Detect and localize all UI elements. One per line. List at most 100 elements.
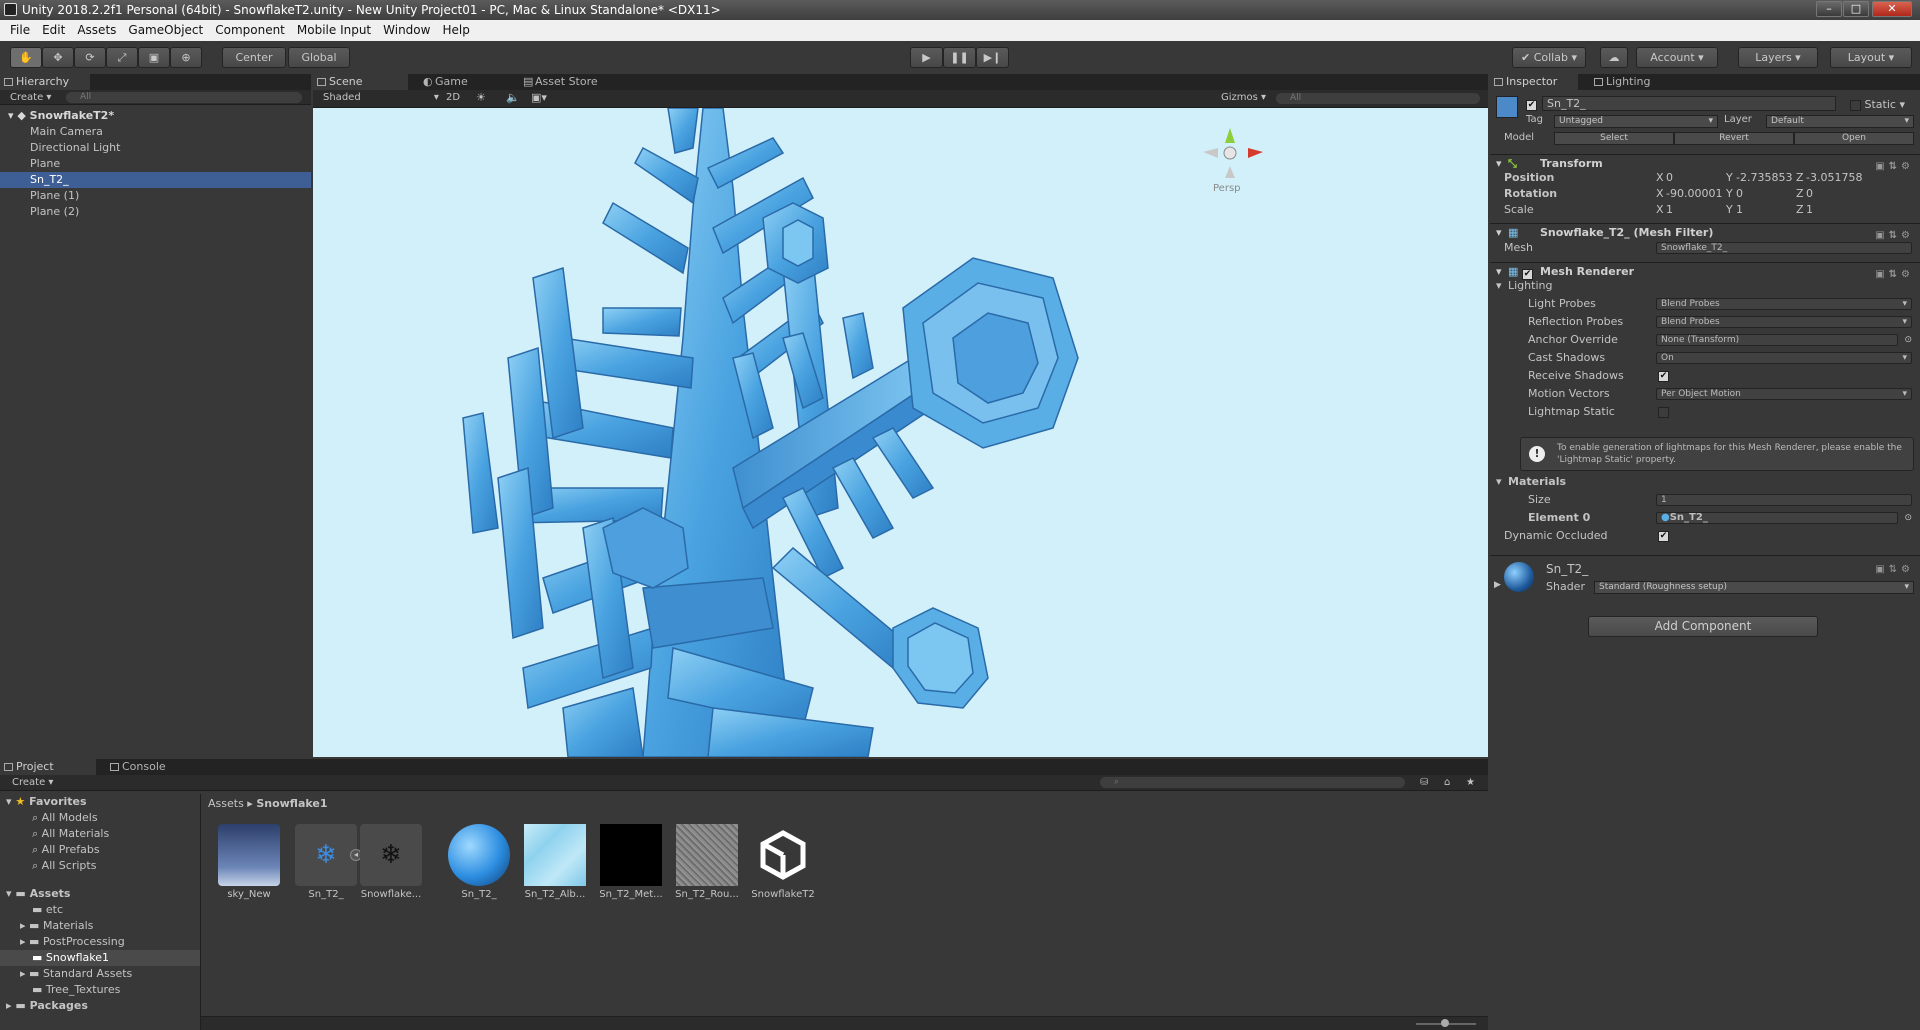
folder-materials[interactable]: ▸ ▬ Materials xyxy=(0,918,200,934)
layers-dropdown[interactable]: Layers ▾ xyxy=(1738,47,1818,68)
2d-toggle[interactable]: 2D xyxy=(446,90,460,106)
project-create-dropdown[interactable]: Create ▾ xyxy=(12,775,53,790)
hierarchy-item-plane-2[interactable]: Plane (2) xyxy=(0,204,311,220)
hand-tool-button[interactable]: ✋ xyxy=(10,47,42,68)
favorites-foldout[interactable]: ▾ ★ Favorites xyxy=(0,794,200,810)
rotate-tool-button[interactable]: ⟳ xyxy=(74,47,106,68)
scene-viewport[interactable]: Persp xyxy=(313,108,1488,757)
motion-vectors-dropdown[interactable]: Per Object Motion ▾ xyxy=(1656,388,1912,400)
cast-shadows-dropdown[interactable]: On ▾ xyxy=(1656,352,1912,364)
hierarchy-item-directional-light[interactable]: Directional Light xyxy=(0,140,311,156)
scale-x-field[interactable]: 1 xyxy=(1666,202,1673,218)
project-search-input[interactable]: ⌕ xyxy=(1100,777,1405,788)
asset-sky-new[interactable] xyxy=(218,824,280,886)
shading-dropdown[interactable]: Shaded ▾ xyxy=(323,90,439,106)
lightmap-static-checkbox[interactable] xyxy=(1658,404,1669,420)
object-name-field[interactable]: Sn_T2_ xyxy=(1542,96,1836,111)
asset-sn-t2-metallic-texture[interactable] xyxy=(600,824,662,886)
collab-dropdown[interactable]: ✔ Collab ▾ xyxy=(1512,47,1586,68)
tab-scene[interactable]: Scene xyxy=(313,74,408,90)
transform-tool-button[interactable]: ⊕ xyxy=(170,47,202,68)
rotation-y-field[interactable]: 0 xyxy=(1736,186,1743,202)
light-probes-dropdown[interactable]: Blend Probes ▾ xyxy=(1656,298,1912,310)
layer-dropdown[interactable]: Default ▾ xyxy=(1766,115,1914,128)
add-component-button[interactable]: Add Component xyxy=(1588,616,1818,637)
folder-etc[interactable]: ▬ etc xyxy=(0,902,200,918)
cloud-button[interactable]: ☁ xyxy=(1600,47,1628,68)
position-z-field[interactable]: -3.051758 xyxy=(1806,170,1862,186)
tab-inspector[interactable]: Inspector xyxy=(1490,74,1578,90)
account-dropdown[interactable]: Account ▾ xyxy=(1636,47,1718,68)
filter-by-type-icon[interactable]: ⛁ xyxy=(1420,775,1428,790)
assets-foldout[interactable]: ▾ ▬ Assets xyxy=(0,886,200,902)
pivot-global-button[interactable]: Global xyxy=(288,47,350,68)
asset-sn-t2-roughness-texture[interactable] xyxy=(676,824,738,886)
breadcrumb-snowflake1[interactable]: Snowflake1 xyxy=(256,797,327,810)
asset-sn-t2-material[interactable] xyxy=(448,824,510,886)
packages-foldout[interactable]: ▸ ▬ Packages xyxy=(0,998,200,1014)
transform-header[interactable]: ▾ ⤡ Transform ▣⇅⚙ xyxy=(1490,154,1920,172)
thumbnail-size-slider-thumb[interactable] xyxy=(1441,1019,1449,1027)
shader-dropdown[interactable]: Standard (Roughness setup) ▾ xyxy=(1594,581,1914,594)
tab-game[interactable]: ◐ Game xyxy=(419,74,509,90)
folder-postprocessing[interactable]: ▸ ▬ PostProcessing xyxy=(0,934,200,950)
orientation-gizmo[interactable] xyxy=(1203,128,1263,178)
hierarchy-item-plane[interactable]: Plane xyxy=(0,156,311,172)
size-field[interactable]: 1 xyxy=(1656,494,1912,506)
object-picker-icon[interactable]: ⊙ xyxy=(1904,332,1912,348)
scale-z-field[interactable]: 1 xyxy=(1806,202,1813,218)
receive-shadows-checkbox[interactable]: ✔ xyxy=(1658,368,1669,384)
scale-tool-button[interactable]: ⤢ xyxy=(106,47,138,68)
lighting-toggle-icon[interactable]: ☀ xyxy=(476,90,486,106)
play-button[interactable]: ▶ xyxy=(910,47,943,68)
mesh-renderer-header[interactable]: ▾ ▦ ✔ Mesh Renderer ▣⇅⚙ xyxy=(1490,262,1920,280)
hierarchy-search-input[interactable]: All xyxy=(66,92,302,103)
tab-project[interactable]: Project xyxy=(0,759,96,775)
folder-snowflake1[interactable]: ▬ Snowflake1 xyxy=(0,950,200,966)
move-tool-button[interactable]: ✥ xyxy=(42,47,74,68)
maximize-button[interactable]: □ xyxy=(1843,1,1869,17)
tab-asset-store[interactable]: ▤ Asset Store xyxy=(519,74,619,90)
menu-edit[interactable]: Edit xyxy=(36,20,71,41)
anchor-override-field[interactable]: None (Transform) xyxy=(1656,334,1898,346)
position-x-field[interactable]: 0 xyxy=(1666,170,1673,186)
reflection-probes-dropdown[interactable]: Blend Probes ▾ xyxy=(1656,316,1912,328)
audio-toggle-icon[interactable]: 🔈 xyxy=(506,90,520,106)
tag-dropdown[interactable]: Untagged ▾ xyxy=(1554,115,1718,128)
step-button[interactable]: ▶❙ xyxy=(976,47,1009,68)
perspective-label[interactable]: Persp xyxy=(1213,183,1241,194)
rect-tool-button[interactable]: ▣ xyxy=(138,47,170,68)
folder-standard-assets[interactable]: ▸ ▬ Standard Assets xyxy=(0,966,200,982)
mesh-field[interactable]: Snowflake_T2_ xyxy=(1656,242,1912,254)
scene-search-input[interactable]: All xyxy=(1276,93,1480,104)
favorite-all-scripts[interactable]: ⌕ All Scripts xyxy=(0,858,200,874)
model-select-button[interactable]: Select xyxy=(1554,132,1674,145)
favorite-all-materials[interactable]: ⌕ All Materials xyxy=(0,826,200,842)
favorite-all-prefabs[interactable]: ⌕ All Prefabs xyxy=(0,842,200,858)
asset-sn-t2-albedo-texture[interactable] xyxy=(524,824,586,886)
favorite-all-models[interactable]: ⌕ All Models xyxy=(0,810,200,826)
close-button[interactable]: ✕ xyxy=(1872,1,1912,17)
mesh-filter-header[interactable]: ▾ ▦ Snowflake_T2_ (Mesh Filter) ▣⇅⚙ xyxy=(1490,223,1920,241)
tab-hierarchy[interactable]: Hierarchy xyxy=(0,74,90,90)
dynamic-occluded-checkbox[interactable]: ✔ xyxy=(1658,528,1669,544)
scene-root[interactable]: ▾ ◆ SnowflakeT2* xyxy=(0,108,311,124)
static-toggle[interactable]: Static ▾ xyxy=(1850,98,1905,111)
layout-dropdown[interactable]: Layout ▾ xyxy=(1830,47,1912,68)
material-preview-sphere[interactable] xyxy=(1504,562,1534,592)
tab-lighting[interactable]: Lighting xyxy=(1590,74,1670,90)
minimize-button[interactable]: – xyxy=(1816,1,1842,17)
favorite-star-icon[interactable]: ★ xyxy=(1466,775,1475,790)
hierarchy-item-main-camera[interactable]: Main Camera xyxy=(0,124,311,140)
lighting-foldout[interactable]: ▾ Lighting xyxy=(1490,278,1920,294)
scale-y-field[interactable]: 1 xyxy=(1736,202,1743,218)
asset-snowflaket2-scene[interactable] xyxy=(752,824,814,886)
menu-component[interactable]: Component xyxy=(209,20,291,41)
element-0-field[interactable]: ●Sn_T2_ xyxy=(1656,512,1898,524)
menu-window[interactable]: Window xyxy=(377,20,436,41)
rotation-x-field[interactable]: -90.00001 xyxy=(1666,186,1722,202)
effects-dropdown-icon[interactable]: ▣▾ xyxy=(531,90,547,106)
position-y-field[interactable]: -2.735853 xyxy=(1736,170,1792,186)
asset-snowflake-mesh[interactable]: ❄ xyxy=(360,824,422,886)
pivot-center-button[interactable]: Center xyxy=(222,47,286,68)
